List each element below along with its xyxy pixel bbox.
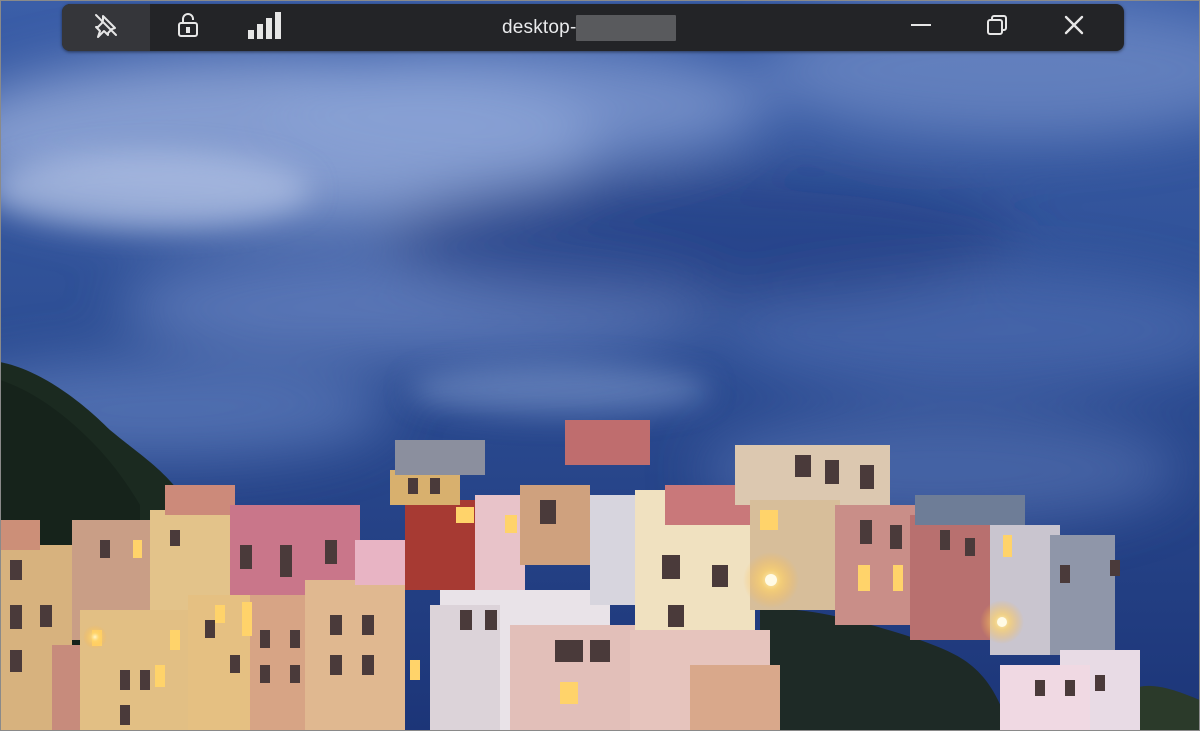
restore-button[interactable] [974,4,1020,51]
session-title-text: desktop- [502,16,577,38]
restore-icon [985,13,1009,42]
unlocked-padlock-icon [176,11,200,44]
desktop-wallpaper [0,0,1200,731]
session-title: desktop- [502,4,677,51]
minimize-button[interactable] [898,4,944,51]
connection-strength-icon [246,10,284,45]
connection-info-button[interactable] [240,4,290,51]
lock-button[interactable] [164,4,212,51]
minimize-icon [909,13,933,42]
close-button[interactable] [1050,4,1098,51]
remote-connection-bar: desktop- [62,4,1124,51]
close-icon [1062,13,1086,42]
pin-toggle-button[interactable] [62,4,150,51]
pin-off-icon [92,11,120,44]
redacted-hostname [576,14,677,41]
